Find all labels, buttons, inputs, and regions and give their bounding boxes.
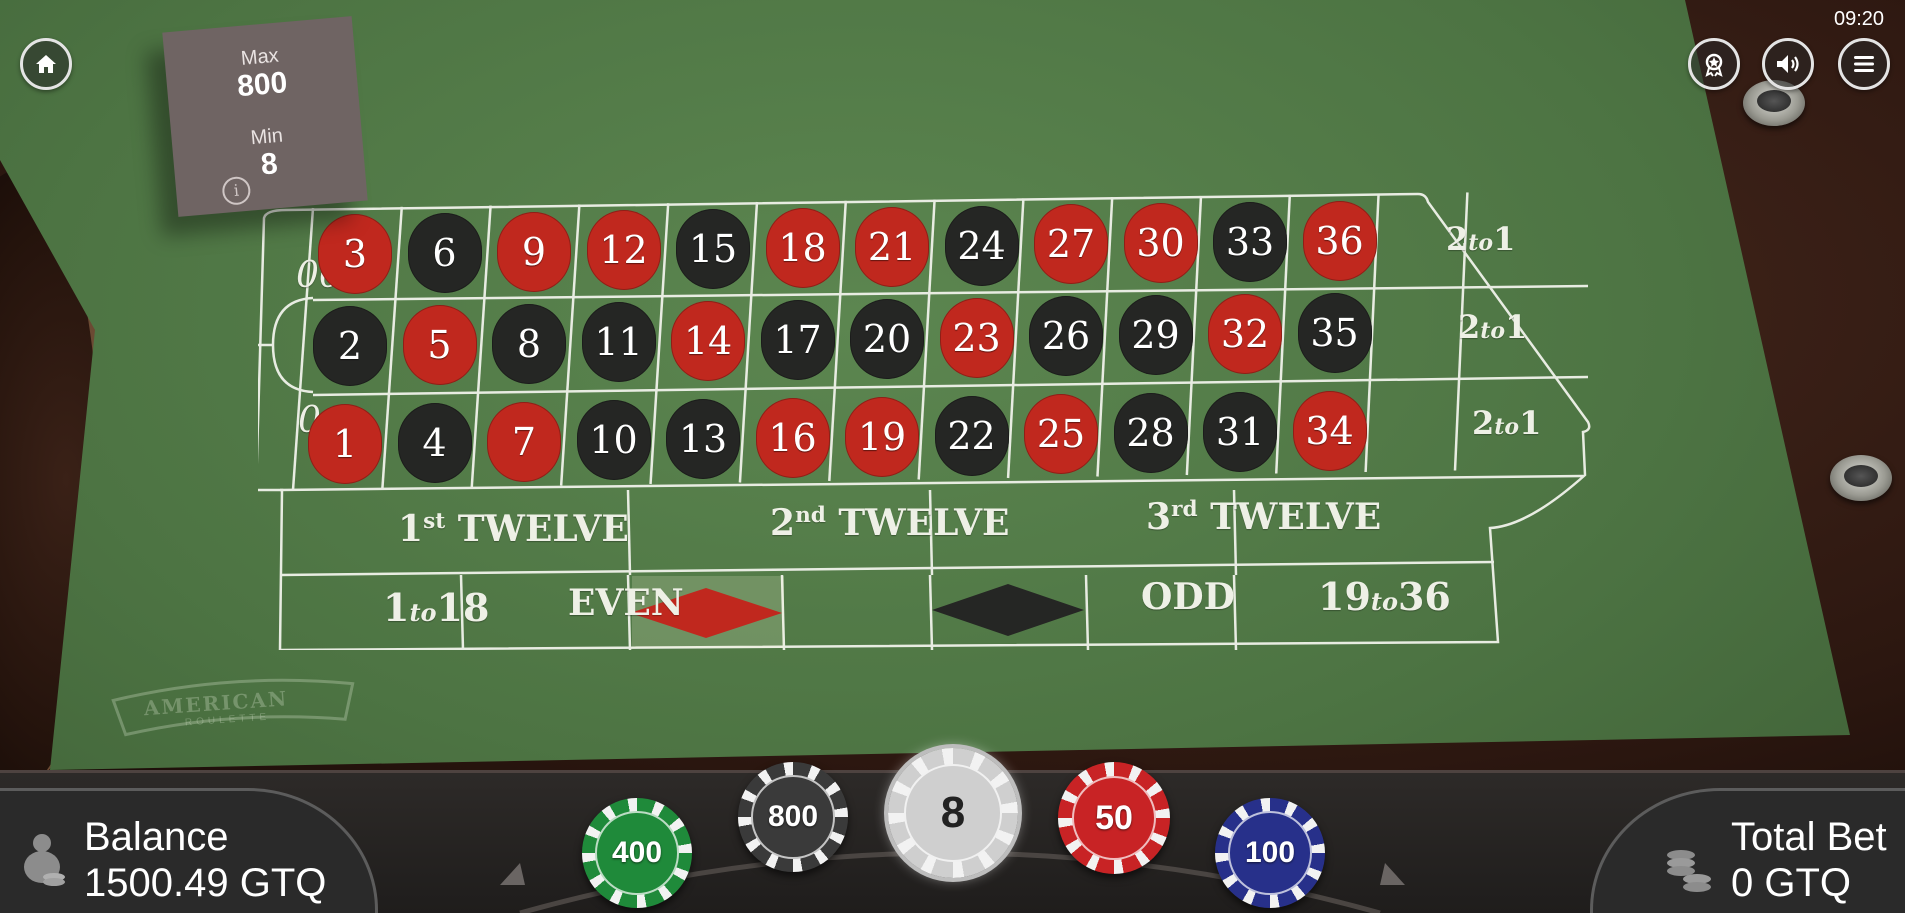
balance-label: Balance <box>84 815 229 859</box>
bet-number-8[interactable]: 8 <box>492 303 566 384</box>
bet-number-14[interactable]: 14 <box>671 301 745 382</box>
outside-divider <box>1084 574 1090 650</box>
chip-100[interactable]: 100 <box>1215 798 1325 908</box>
dozen-bottom-line <box>279 560 1495 577</box>
bet-number-32[interactable]: 32 <box>1208 294 1282 374</box>
sound-icon <box>1777 55 1799 73</box>
bet-number-28[interactable]: 28 <box>1113 393 1188 474</box>
bet-number-33[interactable]: 33 <box>1213 202 1287 282</box>
bet-column-2[interactable]: 2to1 <box>1458 308 1527 346</box>
bet-number-5[interactable]: 5 <box>402 304 477 385</box>
bet-number-1[interactable]: 1 <box>308 404 382 484</box>
home-button[interactable] <box>20 38 72 90</box>
bet-number-35[interactable]: 35 <box>1297 292 1372 373</box>
bet-number-6[interactable]: 6 <box>407 212 482 293</box>
home-icon <box>36 55 56 73</box>
bet-number-2[interactable]: 2 <box>313 306 387 386</box>
bet-even[interactable]: EVEN <box>568 582 684 624</box>
achievement-icon <box>1705 53 1723 77</box>
bet-number-7[interactable]: 7 <box>487 401 561 482</box>
bet-1-to-18[interactable]: 1to18 <box>383 585 489 630</box>
bet-number-3[interactable]: 3 <box>318 214 392 294</box>
betting-layout: 00 0 3 6 9 12 15 18 21 24 27 30 33 36 2 5 8 11 14 17 20 23 2… <box>258 190 1598 650</box>
bet-number-4[interactable]: 4 <box>397 402 472 483</box>
bet-number-11[interactable]: 11 <box>581 302 656 383</box>
bet-number-27[interactable]: 27 <box>1034 204 1108 285</box>
bet-number-16[interactable]: 16 <box>755 398 830 478</box>
balance-value: 1500.49 GTQ <box>84 861 327 905</box>
chip-value: 800 <box>751 775 835 859</box>
menu-icon <box>1854 56 1874 72</box>
bet-first-twelve[interactable]: 1st TWELVE <box>398 508 629 550</box>
bet-19-to-36[interactable]: 19to36 <box>1318 574 1451 619</box>
sound-button[interactable] <box>1762 38 1814 90</box>
total-bet-label: Total Bet <box>1731 815 1887 859</box>
bet-number-24[interactable]: 24 <box>944 205 1019 286</box>
balance-coins-icon <box>24 834 65 886</box>
bet-number-18[interactable]: 18 <box>765 208 840 288</box>
chip-value: 100 <box>1228 811 1312 895</box>
bet-number-36[interactable]: 36 <box>1302 200 1377 281</box>
chip-50[interactable]: 50 <box>1058 762 1170 874</box>
achievements-button[interactable] <box>1688 38 1740 90</box>
bet-third-twelve[interactable]: 3rd TWELVE <box>1146 496 1381 538</box>
bet-number-10[interactable]: 10 <box>576 400 651 481</box>
bet-column-1[interactable]: 2to1 <box>1472 404 1541 442</box>
chip-400[interactable]: 400 <box>582 798 692 908</box>
bet-number-22[interactable]: 22 <box>934 395 1009 476</box>
bet-column-3[interactable]: 2to1 <box>1446 220 1515 258</box>
bet-number-31[interactable]: 31 <box>1203 392 1277 472</box>
table-limits-panel[interactable]: Max 800 Min 8 i <box>162 16 368 217</box>
bet-number-19[interactable]: 19 <box>845 396 919 477</box>
bet-second-twelve[interactable]: 2nd TWELVE <box>770 502 1010 544</box>
total-bet-value: 0 GTQ <box>1731 861 1852 905</box>
bet-black[interactable] <box>932 584 1084 636</box>
bet-number-17[interactable]: 17 <box>760 300 835 380</box>
zero-divider <box>271 296 314 394</box>
chip-8[interactable]: 8 <box>888 748 1018 878</box>
row-divider <box>312 375 1589 397</box>
bet-number-34[interactable]: 34 <box>1292 390 1367 471</box>
bet-number-13[interactable]: 13 <box>666 399 740 480</box>
row-divider <box>312 284 1589 302</box>
bet-number-15[interactable]: 15 <box>676 209 750 290</box>
menu-button[interactable] <box>1838 38 1890 90</box>
outside-divider <box>928 574 934 650</box>
cup-holder <box>1830 455 1892 501</box>
bet-number-20[interactable]: 20 <box>850 298 924 379</box>
chip-value: 50 <box>1071 775 1157 861</box>
chip-value: 400 <box>595 811 679 895</box>
bet-number-12[interactable]: 12 <box>586 210 661 291</box>
chip-value: 8 <box>904 764 1002 862</box>
bet-number-9[interactable]: 9 <box>497 211 571 292</box>
chip-800[interactable]: 800 <box>738 762 848 872</box>
bet-number-29[interactable]: 29 <box>1118 295 1193 376</box>
bet-number-26[interactable]: 26 <box>1029 296 1103 377</box>
bet-number-21[interactable]: 21 <box>855 206 929 287</box>
total-bet-coins-icon <box>1667 850 1711 892</box>
bet-odd[interactable]: ODD <box>1141 576 1235 618</box>
bet-number-25[interactable]: 25 <box>1024 394 1098 475</box>
clock: 09:20 <box>1834 8 1885 30</box>
grid-bottom-line <box>279 474 1584 492</box>
bet-number-30[interactable]: 30 <box>1123 203 1198 284</box>
bet-number-23[interactable]: 23 <box>939 297 1014 378</box>
